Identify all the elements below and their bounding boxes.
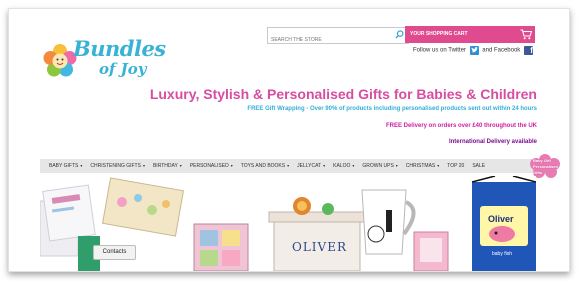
badge-line-3: Gifts xyxy=(533,170,543,175)
promo-international: International Delivery available xyxy=(448,139,537,145)
twitter-icon[interactable] xyxy=(469,46,479,55)
search-box xyxy=(267,27,409,47)
toy-box-product xyxy=(268,197,366,271)
facebook-icon[interactable]: f xyxy=(523,46,533,55)
follow-text-facebook: and Facebook xyxy=(482,47,521,54)
search-input[interactable] xyxy=(268,33,389,47)
nav-item-personalised[interactable]: PERSONALISED ▾ xyxy=(190,163,233,169)
nav-item-toys-and-books[interactable]: TOYS AND BOOKS ▾ xyxy=(241,163,289,169)
mug-product xyxy=(361,189,416,255)
nav-item-sale[interactable]: SALE xyxy=(472,163,485,169)
main-navigation: BABY GIFTS ▾ CHRISTENING GIFTS ▾ BIRTHDAY ▾ PE… xyxy=(40,159,536,173)
chevron-down-icon: ▾ xyxy=(179,163,182,168)
toy-box-name: OLIVER xyxy=(292,240,348,254)
main-tagline: Luxury, Stylish & Personalised Gifts for… xyxy=(149,86,537,102)
search-icon[interactable] xyxy=(395,30,404,39)
nav-item-top-20[interactable]: TOP 20 xyxy=(447,163,464,169)
nav-item-label: GROWN UPS xyxy=(362,163,394,169)
social-follow: Follow us on Twitter and Facebook f xyxy=(413,46,533,55)
chevron-down-icon: ▾ xyxy=(352,163,355,168)
badge-line-2: Personalised xyxy=(533,164,558,169)
page: Bundles of Joy YOUR SHOPPING CART Follow… xyxy=(8,8,570,272)
nav-item-birthday[interactable]: BIRTHDAY ▾ xyxy=(153,163,182,169)
nav-item-label: TOYS AND BOOKS xyxy=(240,163,286,169)
nav-item-baby-gifts[interactable]: BABY GIFTS ▾ xyxy=(49,163,82,169)
nav-item-label: BABY GIFTS xyxy=(49,163,79,169)
cart-icon xyxy=(520,29,532,40)
nav-item-grown-ups[interactable]: GROWN UPS ▾ xyxy=(362,163,397,169)
nav-item-christmas[interactable]: CHRISTMAS ▾ xyxy=(406,163,439,169)
flower-logo-icon xyxy=(43,44,77,77)
logo-word-bundles: Bundles xyxy=(73,36,166,61)
bag-name: Oliver xyxy=(488,214,514,224)
nav-item-label: PERSONALISED xyxy=(189,163,229,169)
nav-item-label: KALOO xyxy=(333,163,351,169)
promo-free-delivery: FREE Delivery on orders over £40 through… xyxy=(385,123,537,129)
bag-subtitle: baby fish xyxy=(492,251,513,257)
nav-item-label: BIRTHDAY xyxy=(152,163,178,169)
blanket-product xyxy=(101,177,185,237)
chevron-down-icon: ▾ xyxy=(142,163,145,168)
baby-blocks-product xyxy=(193,223,249,271)
chevron-down-icon: ▾ xyxy=(323,163,326,168)
chevron-down-icon: ▾ xyxy=(287,163,290,168)
nav-item-label: CHRISTMAS xyxy=(405,163,436,169)
shopping-cart-button[interactable]: YOUR SHOPPING CART xyxy=(405,26,535,43)
chevron-down-icon: ▾ xyxy=(80,163,83,168)
contacts-button[interactable]: Contacts xyxy=(93,245,136,260)
follow-text-twitter: Follow us on Twitter xyxy=(413,47,466,54)
nav-item-jellycat[interactable]: JELLYCAT ▾ xyxy=(297,163,325,169)
logo-word-of-joy: of Joy xyxy=(99,60,147,78)
nav-item-label: CHRISTENING GIFTS xyxy=(90,163,141,169)
nav-item-christening-gifts[interactable]: CHRISTENING GIFTS ▾ xyxy=(90,163,145,169)
chevron-down-icon: ▾ xyxy=(230,163,233,168)
gift-badge[interactable]: Baby Gift Personalised Gifts xyxy=(528,154,562,178)
nav-item-kaloo[interactable]: KALOO ▾ xyxy=(333,163,354,169)
chevron-down-icon: ▾ xyxy=(437,163,440,168)
chevron-down-icon: ▾ xyxy=(395,163,398,168)
nav-item-label: JELLYCAT xyxy=(297,163,322,169)
promo-gift-wrapping: FREE Gift Wrapping - Over 90% of product… xyxy=(247,106,537,112)
nav-item-label: SALE xyxy=(472,163,486,169)
nav-item-label: TOP 20 xyxy=(447,163,465,169)
badge-line-1: Baby Gift xyxy=(533,158,551,163)
photo-frame-product xyxy=(413,231,449,271)
logo[interactable]: Bundles of Joy xyxy=(43,38,169,88)
cart-label: YOUR SHOPPING CART xyxy=(410,31,468,37)
